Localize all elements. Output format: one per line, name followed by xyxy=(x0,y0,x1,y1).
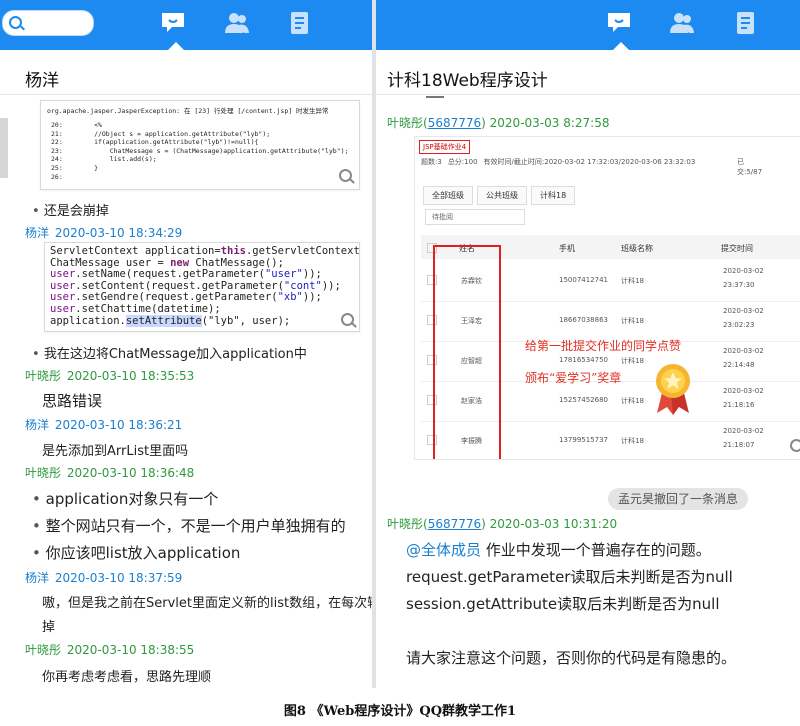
class-tabs: 全部班级 公共班级 计科18 xyxy=(423,183,579,205)
sender-line: 叶晓彤 2020-03-10 18:38:55 xyxy=(25,643,195,657)
chat-icon[interactable] xyxy=(160,11,186,35)
zoom-icon[interactable] xyxy=(339,169,353,183)
message-text: 是先添加到ArrList里面吗 xyxy=(42,444,189,459)
search-icon xyxy=(9,16,22,29)
zoom-icon[interactable] xyxy=(790,439,800,453)
image-fragment xyxy=(426,96,444,98)
message-text: 还是会崩掉 xyxy=(32,200,109,219)
chat-title: 计科18Web程序设计 xyxy=(387,71,548,91)
sender-line: 叶晓彤 2020-03-10 18:35:53 xyxy=(25,369,195,383)
right-chat-window: 计科18Web程序设计 叶晓彤(5687776) 2020-03-03 8:27… xyxy=(376,0,800,688)
recall-notice: 孟元昊撤回了一条消息 xyxy=(608,488,748,510)
tab-all-classes: 全部班级 xyxy=(423,186,473,205)
homework-meta: 题数:3 总分:100 有效时间/截止时间:2020-03-02 17:32:03/… xyxy=(421,158,763,176)
contacts-icon[interactable] xyxy=(669,11,695,35)
document-icon[interactable] xyxy=(733,11,759,35)
sender-line: 杨洋 2020-03-10 18:37:59 xyxy=(25,571,183,585)
zoom-icon[interactable] xyxy=(341,313,355,327)
scrollbar[interactable] xyxy=(0,118,8,178)
medal-icon xyxy=(653,363,693,415)
sender-line: 叶晓彤(5687776) 2020-03-03 10:31:20 xyxy=(387,517,618,531)
status-select: 待批阅 xyxy=(425,209,525,225)
message-text: session.getAttribute读取后未判断是否为null xyxy=(406,595,720,613)
figure-caption: 图8 《Web程序设计》QQ群教学工作1 xyxy=(283,704,517,719)
mention-all[interactable]: @全体成员 xyxy=(406,541,481,559)
sender-line: 杨洋 2020-03-10 18:34:29 xyxy=(25,226,183,240)
message-text: 思路错误 xyxy=(42,392,103,410)
document-icon[interactable] xyxy=(287,11,313,35)
chat-title: 杨洋 xyxy=(25,71,59,91)
message-text: 我在这边将ChatMessage加入application中 xyxy=(32,343,307,362)
homework-screenshot[interactable]: JSP基础作业4 题数:3 总分:100 有效时间/截止时间:2020-03-02 … xyxy=(414,136,800,460)
code-image-1[interactable]: org.apache.jasper.JasperException: 在 [23… xyxy=(40,100,360,190)
sender-line: 叶晓彤(5687776) 2020-03-03 8:27:58 xyxy=(387,116,610,130)
left-chat-window: 杨洋 org.apache.jasper.JasperException: 在 … xyxy=(0,0,372,688)
message-text: request.getParameter读取后未判断是否为null xyxy=(406,568,733,586)
top-bar xyxy=(376,0,800,50)
award-note: 颁布“爱学习”奖章 xyxy=(525,371,622,385)
message-text: 整个网站只有一个，不是一个用户单独拥有的 xyxy=(32,515,346,536)
course-label: JSP基础作业4 xyxy=(419,140,471,154)
code-lines: 20: <% 21: //Object s = application.getA… xyxy=(51,121,349,181)
contacts-icon[interactable] xyxy=(224,11,250,35)
chat-icon[interactable] xyxy=(606,11,632,35)
praise-note: 给第一批提交作业的同学点赞 xyxy=(525,339,682,353)
message-text: 你应该吧list放入application xyxy=(32,542,241,563)
message-text: @全体成员 作业中发现一个普遍存在的问题。 xyxy=(406,541,711,559)
message-text: 请大家注意这个问题，否则你的代码是有隐患的。 xyxy=(406,649,737,667)
message-text: 掉 xyxy=(42,620,56,635)
code-image-2[interactable]: ServletContext application=this.getServl… xyxy=(44,242,360,332)
error-text: org.apache.jasper.JasperException: 在 [23… xyxy=(47,107,329,115)
tab-public-classes: 公共班级 xyxy=(477,186,527,205)
message-text: 嗷，但是我之前在Servlet里面定义新的list数组，在每次输 xyxy=(42,596,372,611)
search-input[interactable] xyxy=(2,10,94,36)
tab-class: 计科18 xyxy=(531,186,576,205)
sender-line: 杨洋 2020-03-10 18:36:21 xyxy=(25,418,183,432)
highlight-box xyxy=(433,245,501,459)
top-bar xyxy=(0,0,372,50)
message-text: application对象只有一个 xyxy=(32,488,219,509)
message-text: 你再考虑考虑看，思路先理顺 xyxy=(42,670,212,685)
sender-line: 叶晓彤 2020-03-10 18:36:48 xyxy=(25,466,195,480)
